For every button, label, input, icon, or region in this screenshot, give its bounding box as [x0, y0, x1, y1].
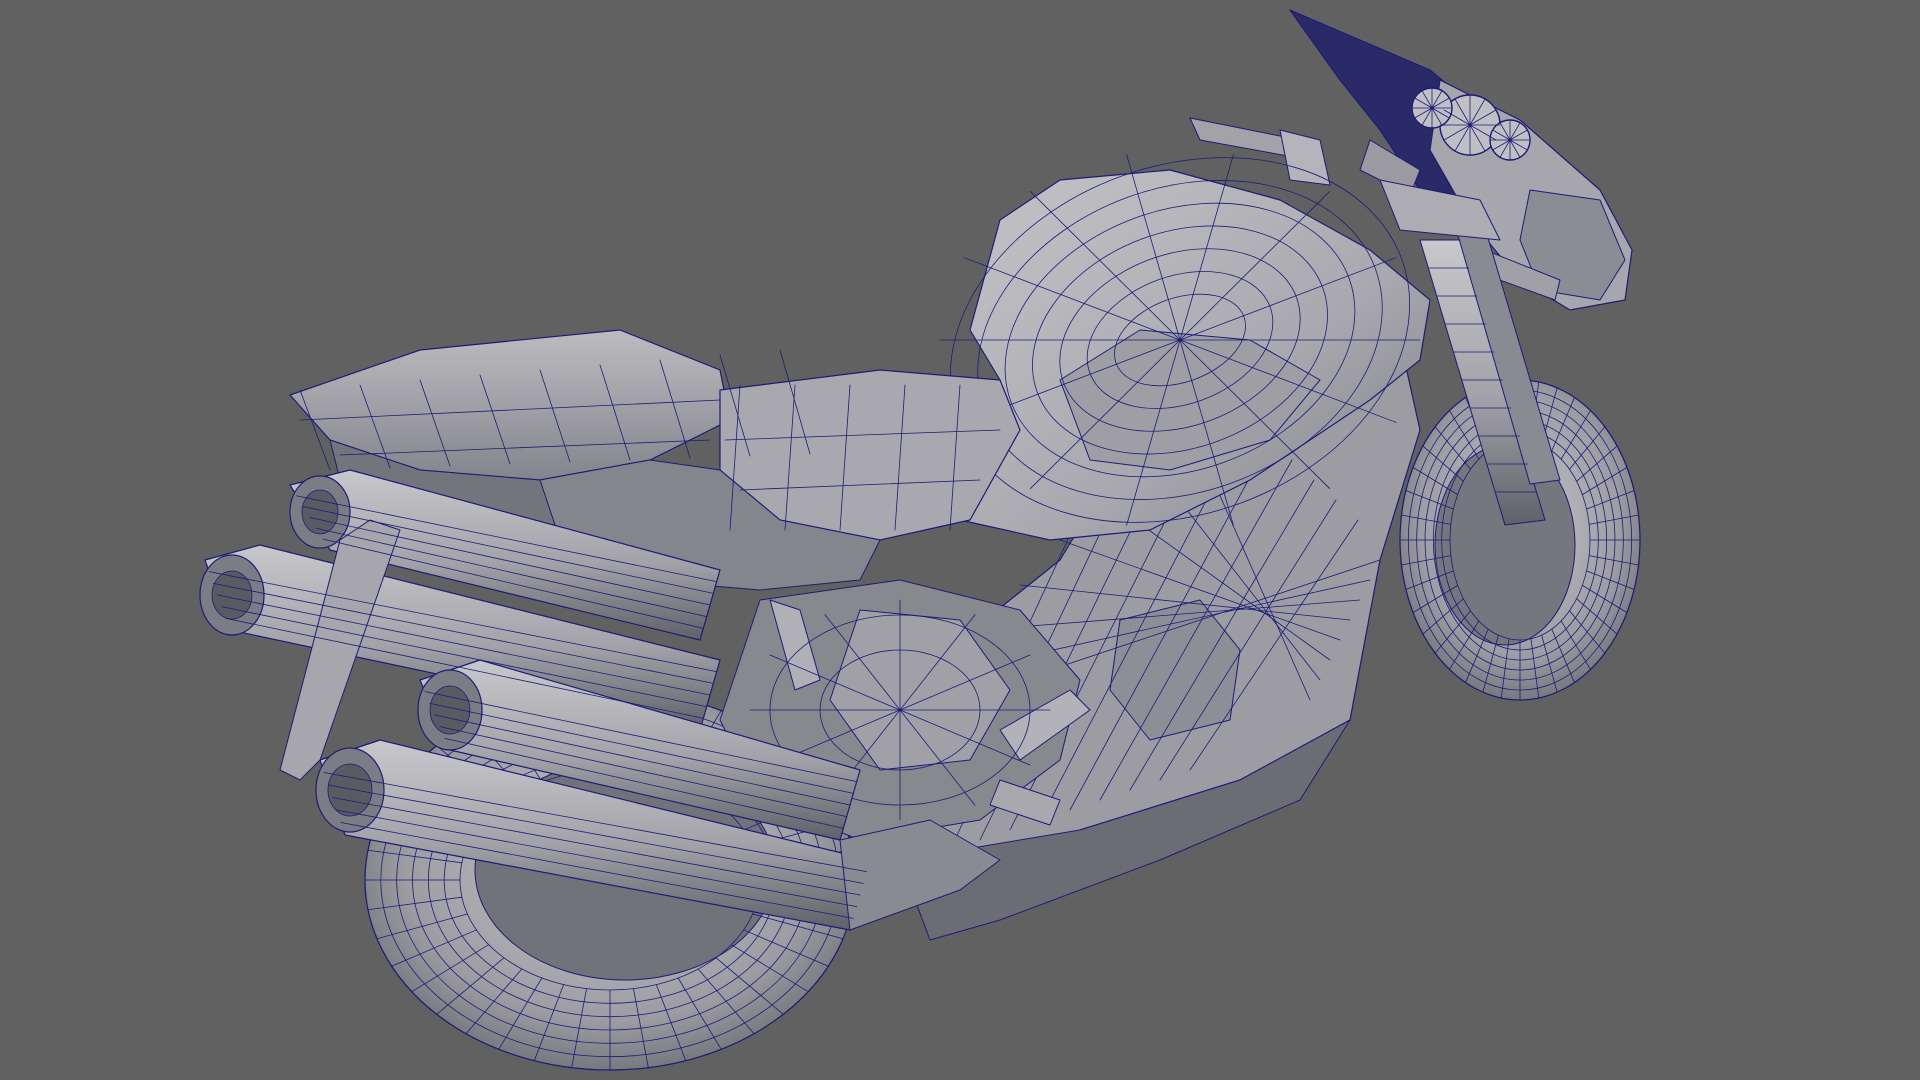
motorcycle-model[interactable] — [0, 0, 1920, 1080]
3d-viewport[interactable] — [0, 0, 1920, 1080]
handlebar-grip — [1279, 129, 1331, 186]
